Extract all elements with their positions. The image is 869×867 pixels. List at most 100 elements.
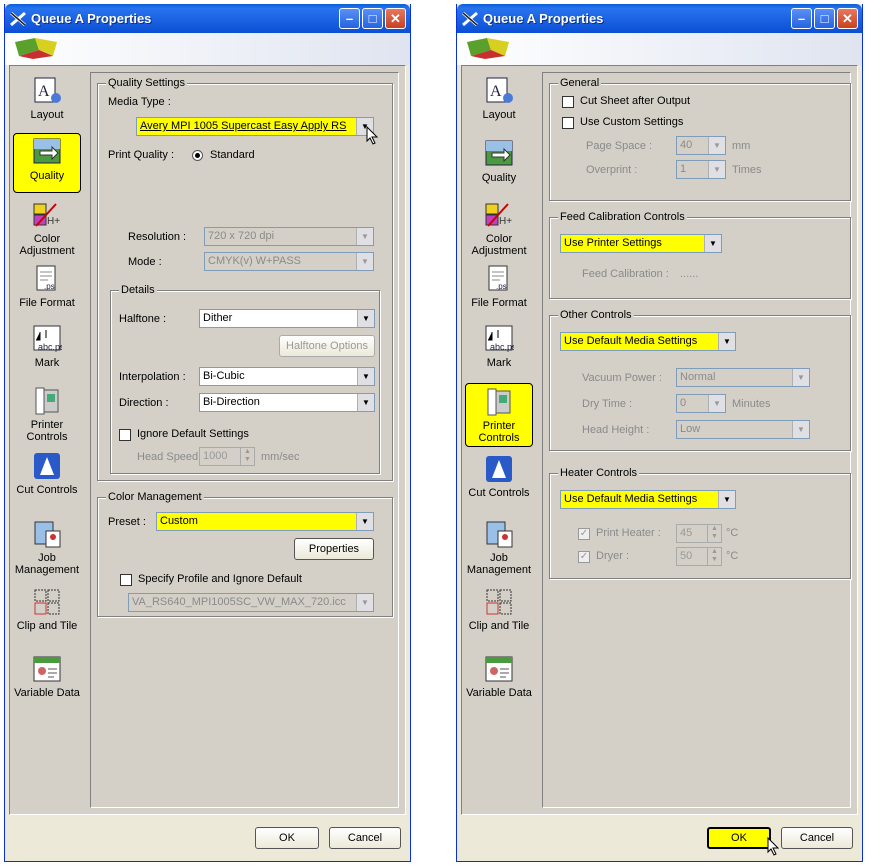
minimize-button[interactable]: – [791,8,812,29]
print-heater-checkbox: ✓ [578,528,590,540]
sidebar-item-cut-controls[interactable]: Cut Controls [13,451,81,509]
sidebar-item-printer-controls[interactable]: Printer Controls [465,383,533,447]
title-bar[interactable]: Queue A Properties – □ ✕ [5,4,410,33]
vacuum-power-select: Normal ▼ [676,368,810,387]
sidebar-item-label: Quality [481,172,517,184]
dialog-body: A Layout Quality H+ Color Adjustment .ps… [9,65,406,815]
color-management-group: Color Management Preset : Custom ▼ Prope… [97,491,393,617]
properties-button[interactable]: Properties [294,538,374,560]
quality-icon [485,140,513,166]
cut-sheet-checkbox[interactable] [562,96,574,108]
page-space-unit: mm [732,140,751,152]
media-type-value: Avery MPI 1005 Supercast Easy Apply RS [140,120,347,132]
chevron-down-icon: ▼ [718,491,735,508]
properties-window-printer-controls: Queue A Properties – □ ✕ A Layout Qualit… [456,4,863,862]
group-label: General [558,77,602,89]
specify-profile-checkbox[interactable] [120,574,132,586]
sidebar-item-variable-data[interactable]: Variable Data [13,654,81,714]
sidebar-item-printer-controls[interactable]: Printer Controls [13,386,81,444]
cut-controls-icon [34,453,60,479]
halftone-select[interactable]: Dither ▼ [199,309,375,328]
sidebar-item-clip-and-tile[interactable]: Clip and Tile [465,587,533,641]
other-controls-value: Use Default Media Settings [564,335,698,347]
cancel-button[interactable]: Cancel [329,827,401,849]
job-management-icon [34,521,61,548]
feed-calibration-select[interactable]: Use Printer Settings ▼ [560,234,722,253]
media-type-select[interactable]: Avery MPI 1005 Supercast Easy Apply RS ▼ [136,117,374,136]
chevron-down-icon: ▼ [708,161,725,178]
sidebar-item-file-format[interactable]: .ps File Format [13,264,81,316]
banner [457,33,862,65]
cut-sheet-label: Cut Sheet after Output [580,95,691,107]
svg-text:.ps: .ps [44,282,55,291]
vacuum-power-value: Normal [680,371,716,383]
dryer-spinner: 50 ▲ ▼ [676,547,722,566]
ok-button[interactable]: OK [255,827,319,849]
sidebar-item-label: Printer Controls [478,420,520,444]
ok-button[interactable]: OK [707,827,771,849]
sidebar-item-color-adjustment[interactable]: H+ Color Adjustment [13,200,81,262]
other-controls-select[interactable]: Use Default Media Settings ▼ [560,332,736,351]
sidebar-item-label: File Format [19,297,75,309]
preset-label: Preset : [108,516,146,528]
spinner-arrows-icon: ▲ ▼ [707,548,721,565]
sidebar-item-mark[interactable]: abc.ps Mark [13,324,81,374]
minimize-button[interactable]: – [339,8,360,29]
close-button[interactable]: ✕ [837,8,858,29]
sidebar-item-layout[interactable]: A Layout [465,76,533,128]
heater-controls-select[interactable]: Use Default Media Settings ▼ [560,490,736,509]
chevron-down-icon: ▼ [356,594,373,611]
sidebar-item-mark[interactable]: abc.ps Mark [465,324,533,374]
layout-icon: A [486,77,513,103]
standard-radio[interactable] [192,150,203,161]
interpolation-select[interactable]: Bi-Cubic ▼ [199,367,375,386]
sidebar-item-label: Cut Controls [16,484,78,496]
use-custom-label: Use Custom Settings [580,116,684,128]
media-type-label: Media Type : [108,96,171,108]
close-button[interactable]: ✕ [385,8,406,29]
direction-value: Bi-Direction [203,396,260,408]
standard-radio-label: Standard [210,149,255,161]
sidebar-item-label: Printer Controls [26,419,68,443]
color-adjustment-icon: H+ [485,203,512,227]
quality-settings-group: Quality Settings Media Type : Avery MPI … [97,77,393,481]
dryer-unit: °C [726,550,739,562]
other-controls-group: Other Controls Use Default Media Setting… [549,309,851,451]
head-speed-spinner: 1000 ▲ ▼ [199,447,255,466]
details-group: Details Halftone : Dither ▼ Halftone Opt… [110,284,380,474]
use-custom-checkbox[interactable] [562,117,574,129]
app-icon [10,11,26,26]
job-management-icon [486,521,513,548]
sidebar-item-layout[interactable]: A Layout [13,76,81,128]
title-bar[interactable]: Queue A Properties – □ ✕ [457,4,862,33]
logo-icon [15,38,57,59]
sidebar-item-file-format[interactable]: .ps File Format [465,264,533,316]
preset-select[interactable]: Custom ▼ [156,512,374,531]
sidebar-item-color-adjustment[interactable]: H+ Color Adjustment [465,200,533,262]
dry-time-unit: Minutes [732,398,771,410]
sidebar-item-cut-controls[interactable]: Cut Controls [465,454,533,512]
sidebar-item-job-management[interactable]: Job Management [465,519,533,579]
maximize-button[interactable]: □ [814,8,835,29]
overprint-value: 1 [680,163,687,175]
sidebar-nav: A Layout Quality H+ Color Adjustment .ps… [462,66,538,814]
cancel-button[interactable]: Cancel [781,827,853,849]
maximize-button[interactable]: □ [362,8,383,29]
preset-value: Custom [160,515,198,527]
group-label: Other Controls [558,309,634,321]
sidebar-item-label: Layout [30,109,64,121]
head-height-select: Low ▼ [676,420,810,439]
sidebar-item-job-management[interactable]: Job Management [13,519,81,579]
sidebar-item-label: Job Management [14,552,80,576]
sidebar-item-variable-data[interactable]: Variable Data [465,654,533,714]
sidebar-item-quality[interactable]: Quality [13,133,81,193]
group-label: Heater Controls [558,467,640,479]
sidebar-item-clip-and-tile[interactable]: Clip and Tile [13,587,81,641]
cursor-icon [366,126,379,145]
direction-select[interactable]: Bi-Direction ▼ [199,393,375,412]
head-speed-unit: mm/sec [261,451,300,463]
ignore-default-checkbox[interactable] [119,429,131,441]
printer-controls-panel: General Cut Sheet after Output Use Custo… [542,72,851,808]
dryer-checkbox: ✓ [578,551,590,563]
sidebar-item-quality[interactable]: Quality [465,136,533,194]
